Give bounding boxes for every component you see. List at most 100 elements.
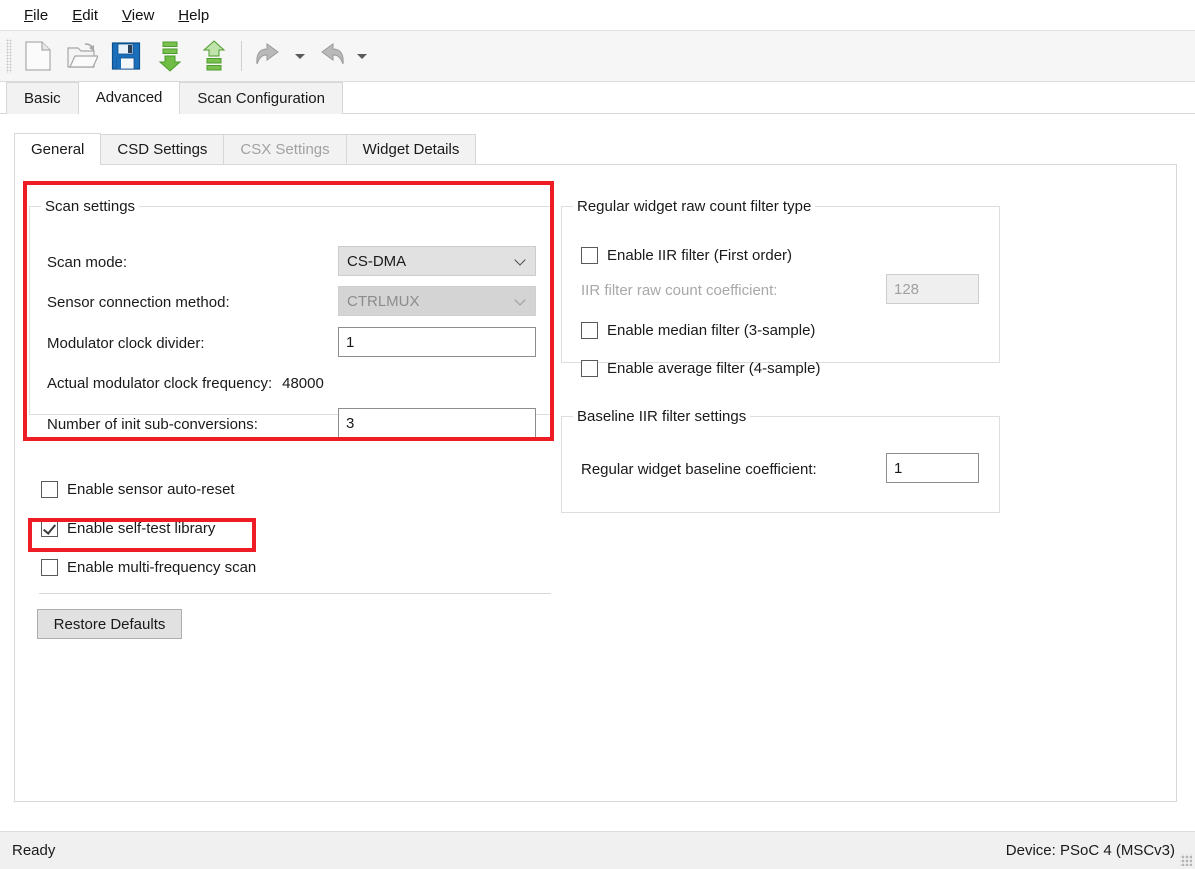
iir-coefficient-value: 128 <box>894 280 920 298</box>
enable-self-test-library-label: Enable self-test library <box>67 519 216 537</box>
scan-mode-row: Scan mode: <box>47 249 127 275</box>
number-of-init-sub-conversions-value: 3 <box>346 414 355 432</box>
tab-scan-configuration[interactable]: Scan Configuration <box>179 82 343 114</box>
checkbox-box <box>581 359 598 377</box>
restore-defaults-label: Restore Defaults <box>53 615 166 633</box>
menu-item-file[interactable]: File <box>12 4 60 27</box>
enable-average-filter-checkbox[interactable]: Enable average filter (4-sample) <box>581 356 820 380</box>
download-arrow-icon <box>158 41 182 72</box>
status-message: Ready <box>12 842 56 859</box>
open-folder-icon <box>67 43 98 68</box>
restore-defaults-button[interactable]: Restore Defaults <box>37 609 182 639</box>
checkbox-box <box>41 480 58 498</box>
new-file-button[interactable] <box>16 34 60 78</box>
enable-multi-frequency-scan-checkbox[interactable]: Enable multi-frequency scan <box>41 555 256 579</box>
redo-arrow-icon <box>321 43 344 65</box>
menu-item-view[interactable]: View <box>110 4 166 27</box>
status-device: Device: PSoC 4 (MSCv3) <box>1005 842 1175 859</box>
menu-item-edit[interactable]: Edit <box>60 4 110 27</box>
enable-iir-filter-label: Enable IIR filter (First order) <box>607 246 793 264</box>
actual-modulator-clock-frequency-row: Actual modulator clock frequency: 48000 <box>47 370 324 396</box>
enable-multi-frequency-scan-label: Enable multi-frequency scan <box>67 558 257 576</box>
modulator-clock-divider-label: Modulator clock divider: <box>47 334 205 352</box>
sensor-connection-method-combobox: CTRLMUX <box>338 286 536 316</box>
enable-average-filter-label: Enable average filter (4-sample) <box>607 359 821 377</box>
tab-advanced[interactable]: Advanced <box>77 81 181 114</box>
menu-item-edit-rest: dit <box>82 6 99 24</box>
advanced-tab-page: General CSD Settings CSX Settings Widget… <box>14 120 1177 802</box>
scan-mode-label: Scan mode: <box>47 253 128 271</box>
outer-tab-bar: Basic Advanced Scan Configuration <box>0 81 1195 114</box>
enable-iir-filter-checkbox[interactable]: Enable IIR filter (First order) <box>581 243 792 267</box>
actual-modulator-clock-frequency-value: 48000 <box>282 374 324 392</box>
undo-arrow-icon <box>256 43 279 65</box>
save-disk-icon <box>111 42 141 70</box>
enable-sensor-auto-reset-checkbox[interactable]: Enable sensor auto-reset <box>41 477 235 501</box>
number-of-init-sub-conversions-row: Number of init sub-conversions: <box>47 411 258 437</box>
iir-coefficient-row: IIR filter raw count coefficient: <box>581 277 777 303</box>
checkbox-box-checked <box>41 519 58 537</box>
chevron-down-icon <box>515 298 525 304</box>
redo-button[interactable] <box>309 34 353 78</box>
enable-self-test-library-checkbox[interactable]: Enable self-test library <box>41 516 215 540</box>
tab-csx-settings: CSX Settings <box>223 134 347 165</box>
checkbox-box <box>41 558 58 576</box>
menu-bar: File Edit View Help <box>0 0 1195 30</box>
menu-item-view-mnemonic: V <box>122 6 132 24</box>
iir-coefficient-input: 128 <box>886 274 979 304</box>
baseline-coefficient-label: Regular widget baseline coefficient: <box>581 460 817 478</box>
actual-modulator-clock-frequency-label: Actual modulator clock frequency: <box>47 374 273 392</box>
inner-tab-bar: General CSD Settings CSX Settings Widget… <box>14 133 477 165</box>
enable-median-filter-checkbox[interactable]: Enable median filter (3-sample) <box>581 318 815 342</box>
tab-csd-settings[interactable]: CSD Settings <box>100 134 225 165</box>
menu-item-help[interactable]: Help <box>166 4 221 27</box>
tab-basic[interactable]: Basic <box>6 82 79 114</box>
scan-mode-value: CS-DMA <box>347 252 407 270</box>
status-bar: Ready Device: PSoC 4 (MSCv3) <box>0 831 1195 869</box>
menu-item-help-rest: elp <box>189 6 210 24</box>
tab-widget-details[interactable]: Widget Details <box>345 134 477 165</box>
tab-general[interactable]: General <box>14 133 102 165</box>
iir-coefficient-label: IIR filter raw count coefficient: <box>581 281 778 299</box>
baseline-coefficient-row: Regular widget baseline coefficient: <box>581 456 817 482</box>
general-tab-page: Scan settings Scan mode: CS-DMA Sensor c… <box>14 164 1177 802</box>
raw-count-filter-group-title: Regular widget raw count filter type <box>573 198 816 215</box>
undo-button[interactable] <box>247 34 291 78</box>
chevron-down-icon <box>515 258 525 264</box>
undo-dropdown-caret[interactable] <box>291 34 309 78</box>
upload-arrow-icon <box>202 40 226 71</box>
modulator-clock-divider-row: Modulator clock divider: <box>47 330 205 356</box>
menu-item-file-mnemonic: F <box>24 6 34 24</box>
scan-settings-group-title: Scan settings <box>41 198 140 215</box>
menu-item-view-rest: iew <box>131 6 155 24</box>
new-file-icon <box>25 41 51 71</box>
sensor-connection-method-label: Sensor connection method: <box>47 293 230 311</box>
left-section-divider <box>39 593 551 594</box>
toolbar-drag-grip[interactable] <box>6 39 12 73</box>
menu-item-edit-mnemonic: E <box>72 6 83 24</box>
save-button[interactable] <box>104 34 148 78</box>
export-button[interactable] <box>192 34 236 78</box>
number-of-init-sub-conversions-input[interactable]: 3 <box>338 408 536 438</box>
checkbox-box <box>581 246 598 264</box>
checkbox-box <box>581 321 598 339</box>
enable-median-filter-label: Enable median filter (3-sample) <box>607 321 816 339</box>
import-button[interactable] <box>148 34 192 78</box>
baseline-coefficient-input[interactable]: 1 <box>886 453 979 483</box>
menu-item-file-rest: ile <box>33 6 49 24</box>
toolbar-separator <box>241 41 242 71</box>
number-of-init-sub-conversions-label: Number of init sub-conversions: <box>47 415 258 433</box>
resize-grip[interactable] <box>1180 854 1192 866</box>
scan-mode-combobox[interactable]: CS-DMA <box>338 246 536 276</box>
redo-dropdown-caret[interactable] <box>353 34 371 78</box>
enable-sensor-auto-reset-label: Enable sensor auto-reset <box>67 480 235 498</box>
open-folder-button[interactable] <box>60 34 104 78</box>
modulator-clock-divider-input[interactable]: 1 <box>338 327 536 357</box>
toolbar <box>0 30 1195 82</box>
sensor-connection-method-value: CTRLMUX <box>347 292 420 310</box>
sensor-connection-method-row: Sensor connection method: <box>47 289 230 315</box>
modulator-clock-divider-value: 1 <box>346 333 355 351</box>
menu-item-help-mnemonic: H <box>178 6 190 24</box>
baseline-coefficient-value: 1 <box>894 459 903 477</box>
baseline-filter-group-title: Baseline IIR filter settings <box>573 408 751 425</box>
